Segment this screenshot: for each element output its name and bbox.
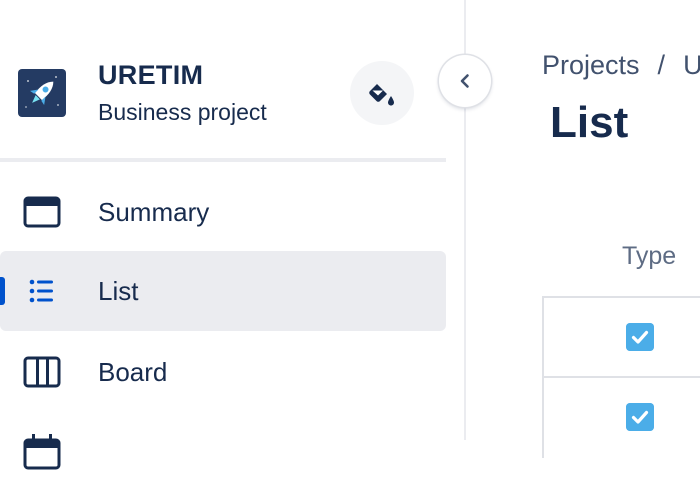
sidebar-item-label: List [98, 276, 139, 306]
table-row[interactable] [542, 377, 700, 457]
sidebar-item-board[interactable]: Board [0, 332, 446, 412]
paint-bucket-icon [369, 81, 394, 106]
table-row[interactable] [542, 297, 700, 377]
project-name: URETIM [98, 60, 204, 90]
project-sidebar: URETIM Business project Summary List Boa… [0, 0, 464, 470]
sidebar-divider [0, 158, 446, 162]
project-avatar[interactable] [18, 69, 66, 117]
column-header-type[interactable]: Type [622, 242, 676, 271]
breadcrumb-project[interactable]: U [683, 50, 700, 80]
summary-icon [23, 196, 61, 228]
sidebar-item-label: Summary [98, 197, 210, 227]
sidebar-item-summary[interactable]: Summary [0, 172, 446, 252]
sidebar-item-calendar[interactable] [0, 412, 446, 492]
board-icon [23, 356, 61, 388]
project-settings-button[interactable] [350, 61, 414, 125]
sidebar-item-list[interactable]: List [0, 251, 446, 331]
active-indicator [0, 277, 5, 305]
sidebar-item-label: Board [98, 357, 168, 387]
breadcrumb-projects[interactable]: Projects [542, 50, 640, 80]
calendar-icon [23, 434, 61, 470]
breadcrumb-separator: / [657, 50, 666, 80]
project-header: URETIM Business project [0, 0, 464, 160]
rocket-icon [18, 69, 66, 117]
page-title: List [550, 98, 629, 147]
task-type-icon [626, 403, 654, 431]
breadcrumb: Projects / U [542, 50, 700, 81]
chevron-left-icon [460, 74, 469, 88]
list-icon [29, 279, 53, 303]
collapse-sidebar-button[interactable] [439, 55, 491, 107]
project-type: Business project [98, 99, 267, 125]
task-type-icon [626, 323, 654, 351]
